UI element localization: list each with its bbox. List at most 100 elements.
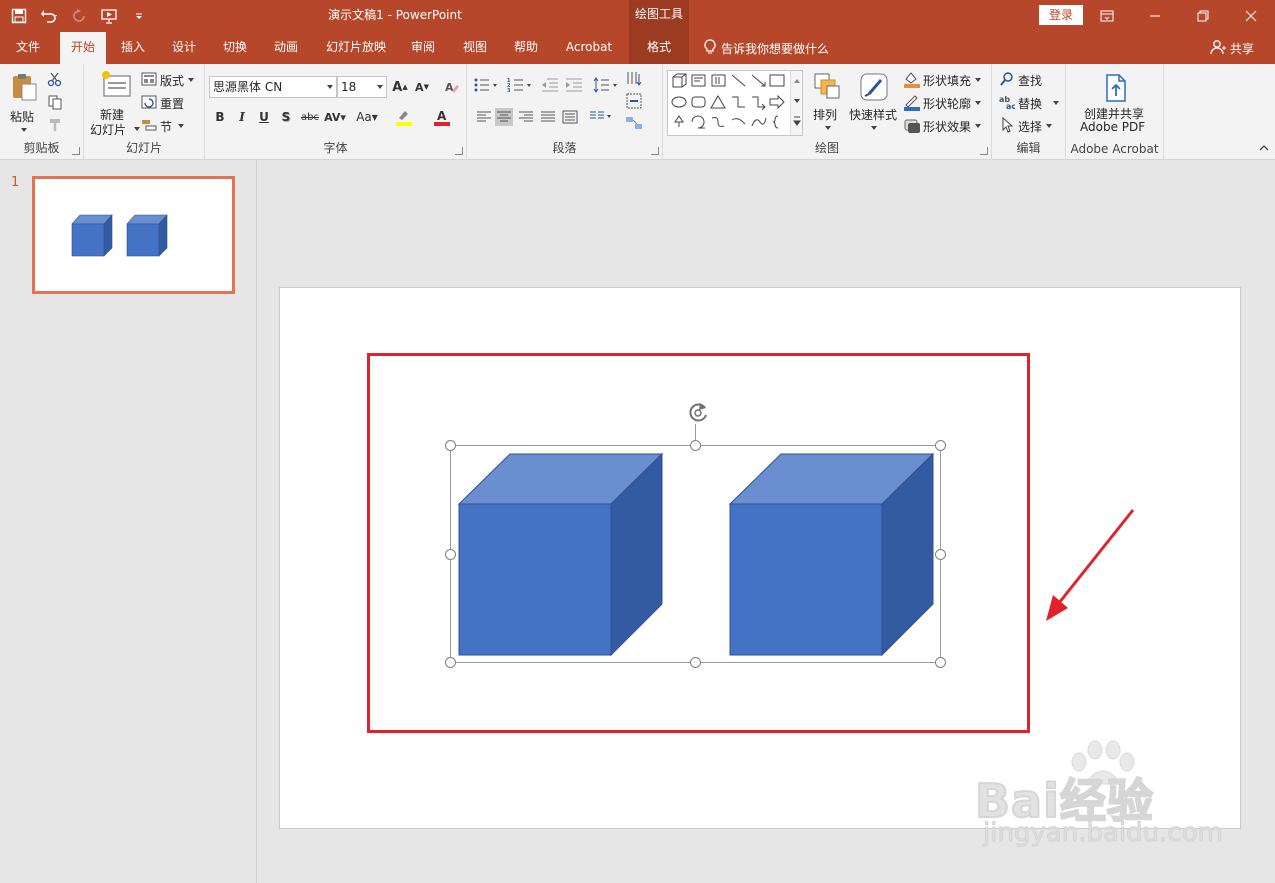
shape-effects-label: 形状效果 (923, 120, 972, 134)
replace-dropdown-icon (1053, 101, 1059, 105)
create-share-pdf-button[interactable]: 创建并共享 Adobe PDF (1070, 72, 1160, 136)
annotation-red-rectangle (367, 353, 1030, 733)
new-slide-label-2: 幻灯片 (90, 123, 127, 137)
tab-help[interactable]: 帮助 (503, 32, 549, 64)
paragraph-launcher-icon[interactable] (651, 147, 659, 155)
layout-button[interactable]: 版式 (140, 70, 202, 90)
shape-effects-button[interactable]: 形状效果 (903, 116, 989, 136)
text-shadow-icon[interactable]: S (277, 108, 295, 126)
smartart-convert-icon[interactable] (625, 114, 643, 132)
layout-label: 版式 (160, 74, 185, 88)
change-case-icon[interactable]: Aa▾ (353, 108, 381, 126)
tab-slideshow[interactable]: 幻灯片放映 (318, 32, 394, 64)
justify-icon[interactable] (539, 108, 557, 126)
clipboard-launcher-icon[interactable] (72, 147, 80, 155)
restore-icon[interactable] (1179, 0, 1227, 32)
svg-text:ac: ac (1006, 102, 1015, 110)
increase-font-size-icon[interactable]: A ▲ (391, 78, 409, 96)
tab-view[interactable]: 视图 (452, 32, 498, 64)
drawing-launcher-icon[interactable] (980, 147, 988, 155)
quick-styles-label: 快速样式 (849, 108, 898, 122)
lightbulb-icon (703, 38, 717, 58)
text-direction-icon[interactable] (625, 70, 643, 88)
align-text-icon[interactable] (625, 92, 643, 110)
slide-number: 1 (11, 175, 20, 190)
new-slide-button[interactable]: 新建 幻灯片 (90, 70, 140, 138)
shapes-gallery-icon (671, 73, 785, 129)
clear-formatting-icon[interactable]: A (443, 78, 461, 96)
reset-button[interactable]: 重置 (140, 93, 202, 113)
tab-format[interactable]: 格式 (629, 32, 689, 64)
minimize-icon[interactable] (1131, 0, 1179, 32)
font-name-select[interactable]: 思源黑体 CN (209, 76, 337, 98)
share-button[interactable]: 共享 (1210, 32, 1254, 64)
shape-fill-button[interactable]: 形状填充 (903, 70, 989, 90)
replace-button[interactable]: ab ac 替换 (998, 93, 1062, 113)
decrease-font-size-icon[interactable]: A ▼ (413, 78, 431, 96)
quick-styles-dropdown-icon (871, 126, 877, 130)
italic-icon[interactable]: I (233, 108, 251, 126)
increase-indent-icon[interactable] (565, 76, 583, 94)
shape-outline-button[interactable]: 形状轮廓 (903, 93, 989, 113)
line-spacing-icon[interactable] (593, 76, 619, 94)
align-center-icon[interactable] (495, 108, 513, 126)
copy-icon[interactable] (46, 93, 64, 111)
tab-design[interactable]: 设计 (161, 32, 207, 64)
shapes-gallery[interactable] (667, 70, 803, 136)
arrange-button[interactable]: 排列 (809, 70, 847, 136)
title-bar: 演示文稿1 - PowerPoint 绘图工具 登录 (0, 0, 1275, 32)
select-button[interactable]: 选择 (998, 116, 1062, 136)
context-tool-label: 绘图工具 (629, 0, 689, 32)
bullets-icon[interactable] (473, 76, 499, 94)
slide-thumbnail[interactable] (32, 176, 235, 294)
select-dropdown-icon (1046, 124, 1052, 128)
paste-button[interactable]: 粘贴 (8, 70, 40, 132)
create-pdf-label-2: Adobe PDF (1080, 120, 1146, 134)
tab-home[interactable]: 开始 (60, 32, 106, 64)
tab-insert[interactable]: 插入 (110, 32, 156, 64)
align-right-icon[interactable] (517, 108, 535, 126)
tab-transitions[interactable]: 切换 (212, 32, 258, 64)
replace-label: 替换 (1018, 97, 1043, 111)
tell-me-text: 告诉我你想要做什么 (721, 41, 830, 56)
align-left-icon[interactable] (475, 108, 493, 126)
font-color-icon[interactable]: A (433, 108, 451, 126)
tab-animations[interactable]: 动画 (263, 32, 309, 64)
find-button[interactable]: 查找 (998, 70, 1062, 90)
highlight-color-icon[interactable] (395, 108, 413, 126)
format-painter-icon[interactable] (46, 116, 64, 134)
strikethrough-icon[interactable]: abc (299, 108, 321, 126)
shape-fill-icon (903, 70, 921, 88)
shape-effects-icon (903, 116, 921, 134)
character-spacing-icon[interactable]: AV▾ (323, 108, 347, 126)
shapes-gallery-scroll[interactable] (790, 71, 802, 135)
distributed-icon[interactable] (561, 108, 579, 126)
font-launcher-icon[interactable] (455, 147, 463, 155)
find-icon (998, 70, 1016, 88)
svg-text:A: A (437, 109, 447, 123)
group-editing: 查找 ab ac 替换 选择 编辑 (992, 64, 1066, 160)
arrange-icon (813, 72, 841, 103)
watermark-url: jingyan.baidu.com (983, 818, 1224, 849)
font-size-select[interactable]: 18 (337, 76, 387, 98)
ribbon-display-options-icon[interactable] (1083, 0, 1131, 32)
columns-icon[interactable] (589, 108, 613, 126)
tab-file[interactable]: 文件 (0, 32, 56, 64)
login-button[interactable]: 登录 (1039, 5, 1083, 25)
bold-icon[interactable]: B (211, 108, 229, 126)
cut-icon[interactable] (46, 70, 64, 88)
collapse-ribbon-icon[interactable] (1259, 141, 1269, 155)
underline-icon[interactable]: U (255, 108, 273, 126)
numbering-icon[interactable]: 123 (507, 76, 533, 94)
tab-review[interactable]: 审阅 (400, 32, 446, 64)
replace-icon: ab ac (998, 93, 1016, 111)
tell-me-search[interactable]: 告诉我你想要做什么 (703, 32, 829, 64)
decrease-indent-icon[interactable] (541, 76, 559, 94)
section-button[interactable]: 节 (140, 116, 202, 136)
shape-outline-icon (903, 93, 921, 111)
close-icon[interactable] (1227, 0, 1275, 32)
share-label: 共享 (1230, 41, 1255, 56)
quick-styles-button[interactable]: 快速样式 (849, 70, 901, 136)
tab-acrobat[interactable]: Acrobat (558, 32, 620, 64)
editing-group-label: 编辑 (1016, 141, 1041, 155)
